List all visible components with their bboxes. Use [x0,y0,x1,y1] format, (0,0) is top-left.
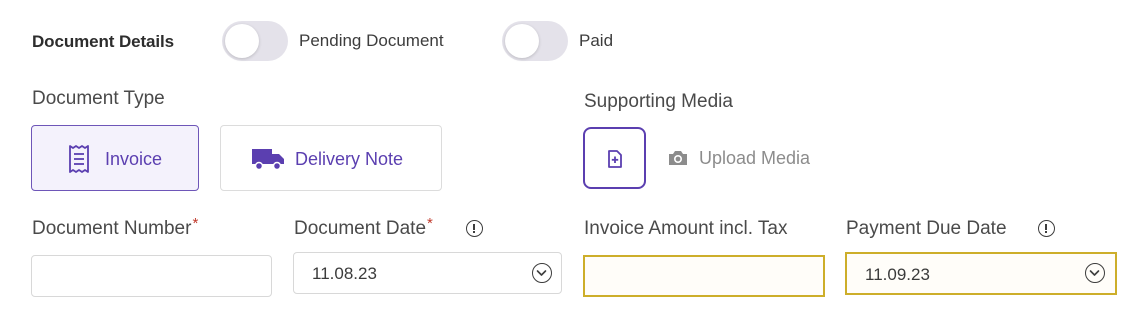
paid-label: Paid [579,31,614,50]
payment-due-date-select[interactable]: 11.09.23 [845,252,1117,295]
invoice-type-button[interactable]: Invoice [31,125,199,191]
paid-toggle[interactable] [502,21,568,61]
document-date-value: 11.08.23 [312,264,377,283]
required-marker: * [192,215,199,232]
truck-icon [251,147,285,176]
delivery-note-type-label: Delivery Note [295,149,404,169]
chevron-down-icon [532,263,552,283]
toggle-knob [505,24,539,58]
payment-due-date-value: 11.09.23 [865,265,930,284]
document-date-label-text: Document Date [294,218,427,239]
chevron-down-icon [1085,263,1105,283]
document-number-label: Document Number* [32,215,199,240]
toggle-knob [225,24,259,58]
invoice-amount-label: Invoice Amount incl. Tax [584,218,788,239]
section-title: Document Details [32,32,174,51]
upload-media-label: Upload Media [699,148,811,168]
required-marker: * [427,215,433,232]
pending-document-toggle[interactable] [222,21,288,61]
payment-due-date-info-icon[interactable] [1038,220,1055,237]
document-date-label: Document Date* [294,215,433,240]
add-media-button[interactable] [583,127,646,189]
document-number-input[interactable] [31,255,272,297]
add-file-icon [607,150,623,173]
invoice-type-label: Invoice [105,149,163,169]
document-details-card: Document Details Pending Document Paid D… [0,0,1146,316]
document-date-select[interactable]: 11.08.23 [293,252,562,294]
camera-icon [667,149,689,172]
payment-due-date-label: Payment Due Date [846,218,1007,239]
receipt-icon [67,144,91,179]
document-type-label: Document Type [32,88,165,109]
delivery-note-type-button[interactable]: Delivery Note [220,125,442,191]
document-number-label-text: Document Number [32,218,192,239]
pending-document-label: Pending Document [299,31,444,50]
invoice-amount-input[interactable] [583,255,825,297]
document-date-info-icon[interactable] [466,220,483,237]
supporting-media-label: Supporting Media [584,91,733,112]
